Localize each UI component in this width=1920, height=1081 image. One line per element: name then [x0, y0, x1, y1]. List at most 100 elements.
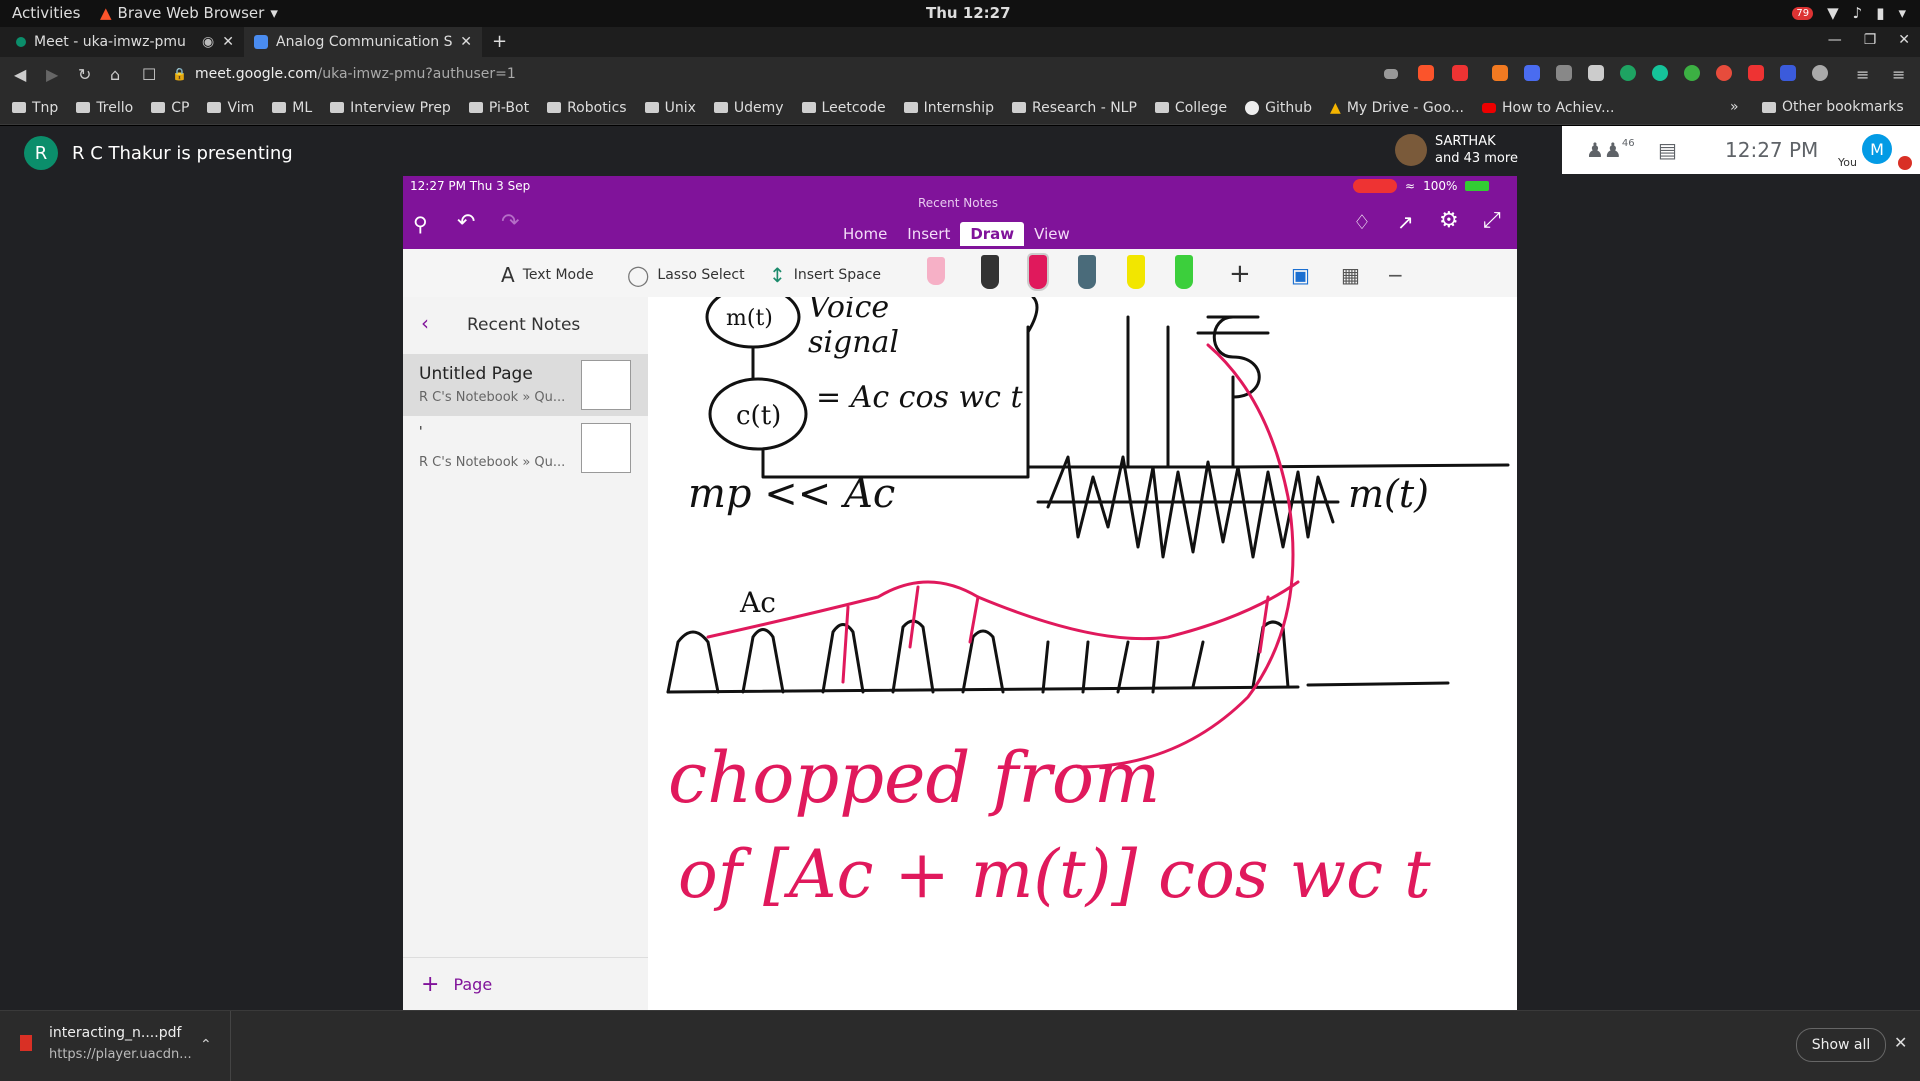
bookmark-cp[interactable]: CP — [151, 100, 189, 116]
back-icon[interactable]: ◀ — [14, 65, 26, 84]
undo-icon[interactable]: ↶ — [457, 210, 475, 235]
bookmark-internship[interactable]: Internship — [903, 100, 994, 116]
restore-icon[interactable]: ❐ — [1864, 32, 1877, 48]
note-item-untitled[interactable]: Untitled Page R C's Notebook » Qu... — [403, 354, 648, 416]
extension-icon[interactable] — [1556, 65, 1572, 81]
activities-button[interactable]: Activities — [12, 4, 80, 22]
convert-ink-icon[interactable]: ▦ — [1341, 263, 1360, 287]
close-tab-icon[interactable]: ✕ — [222, 34, 234, 50]
download-shelf: interacting_n....pdf https://player.uacd… — [0, 1010, 1920, 1081]
bell-icon[interactable]: ♢ — [1353, 210, 1371, 234]
close-icon[interactable]: ✕ — [1894, 1033, 1907, 1052]
folder-icon — [547, 102, 562, 113]
bookmark-label: CP — [171, 99, 190, 116]
gear-icon[interactable]: ⚙ — [1439, 208, 1459, 233]
home-icon[interactable]: ⌂ — [110, 65, 120, 84]
expand-icon[interactable]: ⤢ — [1483, 208, 1501, 233]
search-icon[interactable]: ⚲ — [413, 212, 428, 236]
other-bookmarks[interactable]: Other bookmarks — [1762, 99, 1904, 115]
eraser-tool[interactable] — [927, 257, 945, 285]
bookmark-robotics[interactable]: Robotics — [547, 100, 627, 116]
black-pen-tool[interactable] — [981, 255, 999, 289]
bookmark-research-nlp[interactable]: Research - NLP — [1012, 100, 1137, 116]
system-tray[interactable]: 79 ▼ ♪ ▮ ▾ — [1792, 4, 1906, 22]
add-pen-icon[interactable]: + — [1229, 259, 1251, 289]
system-clock[interactable]: Thu 12:27 — [926, 4, 1011, 22]
recording-indicator-icon — [1353, 179, 1397, 193]
bookmark-tnp[interactable]: Tnp — [12, 100, 58, 116]
back-chevron-icon[interactable]: ‹ — [421, 311, 429, 335]
playlist-icon[interactable]: ≡ — [1856, 65, 1869, 84]
bookmark-label: Interview Prep — [350, 99, 451, 116]
insert-space-button[interactable]: ↕ Insert Space — [769, 263, 881, 287]
close-window-icon[interactable]: ✕ — [1898, 32, 1910, 48]
extension-icon[interactable] — [1748, 65, 1764, 81]
download-item[interactable]: interacting_n....pdf https://player.uacd… — [0, 1011, 231, 1081]
show-all-button[interactable]: Show all — [1796, 1028, 1886, 1062]
share-icon[interactable]: ↗ — [1397, 210, 1414, 234]
ruler-icon[interactable]: − — [1387, 263, 1404, 287]
address-bar[interactable]: 🔒 meet.google.com/uka-imwz-pmu?authuser=… — [172, 61, 1412, 87]
note-title: ' — [419, 425, 423, 440]
bookmark-icon[interactable]: ☐ — [142, 65, 156, 84]
people-icon: ♟♟ — [1586, 138, 1622, 162]
lasso-select-button[interactable]: ◯ Lasso Select — [627, 263, 745, 287]
tab-view[interactable]: View — [1024, 222, 1080, 246]
bookmark-college[interactable]: College — [1154, 100, 1227, 116]
camera-icon[interactable] — [1384, 69, 1398, 79]
extension-icon[interactable] — [1684, 65, 1700, 81]
bookmark-how-to-achieve[interactable]: How to Achiev... — [1482, 100, 1614, 116]
add-page-button[interactable]: + Page — [403, 957, 648, 1010]
yellow-highlighter-tool[interactable] — [1127, 255, 1145, 289]
participant-tile[interactable]: SARTHAK and 43 more — [1395, 126, 1560, 174]
bookmark-trello[interactable]: Trello — [76, 100, 133, 116]
tab-meet[interactable]: Meet - uka-imwz-pmu ◉ ✕ — [6, 27, 244, 57]
minimize-icon[interactable]: — — [1828, 32, 1842, 48]
note-canvas[interactable]: m(t) Voice signal c(t) = Ac cos wc t mp … — [648, 285, 1517, 1010]
tab-insert[interactable]: Insert — [897, 222, 960, 246]
bookmark-udemy[interactable]: Udemy — [713, 100, 784, 116]
teal-pen-tool[interactable] — [1078, 255, 1096, 289]
redo-icon[interactable]: ↷ — [501, 210, 519, 235]
tab-draw[interactable]: Draw — [960, 222, 1025, 246]
green-highlighter-tool[interactable] — [1175, 255, 1193, 289]
extension-icon[interactable] — [1492, 65, 1508, 81]
brave-rewards-icon[interactable] — [1452, 65, 1468, 81]
menu-icon[interactable]: ≡ — [1892, 65, 1905, 84]
text-mode-button[interactable]: A Text Mode — [501, 263, 594, 287]
new-tab-button[interactable]: + — [492, 31, 507, 52]
app-menu[interactable]: ▲ Brave Web Browser ▾ — [100, 4, 278, 22]
extension-icon[interactable] — [1524, 65, 1540, 81]
self-avatar[interactable]: M — [1862, 134, 1892, 164]
extension-icon[interactable] — [1812, 65, 1828, 81]
close-tab-icon[interactable]: ✕ — [460, 34, 472, 50]
brave-shields-icon[interactable] — [1418, 65, 1434, 81]
bookmark-github[interactable]: Github — [1245, 100, 1312, 116]
bookmark-my-drive[interactable]: ▲ My Drive - Goo... — [1330, 100, 1464, 116]
button-label: Text Mode — [522, 267, 594, 283]
bookmark-leetcode[interactable]: Leetcode — [801, 100, 886, 116]
more-bookmarks-button[interactable]: » — [1730, 99, 1739, 115]
bookmark-unix[interactable]: Unix — [644, 100, 696, 116]
grammarly-icon[interactable] — [1652, 65, 1668, 81]
red-pen-tool[interactable] — [1027, 253, 1049, 291]
people-button[interactable]: ♟♟ 46 — [1586, 138, 1635, 162]
bookmark-interview-prep[interactable]: Interview Prep — [330, 100, 451, 116]
folder-icon — [644, 102, 659, 113]
tab-home[interactable]: Home — [833, 222, 897, 246]
extension-icon[interactable] — [1588, 65, 1604, 81]
grammarly-icon[interactable] — [1620, 65, 1636, 81]
bookmark-ml[interactable]: ML — [272, 100, 312, 116]
reload-icon[interactable]: ↻ — [78, 65, 91, 84]
bookmark-pi-bot[interactable]: Pi-Bot — [468, 100, 529, 116]
chat-icon[interactable]: ▤ — [1658, 138, 1677, 162]
note-item-second[interactable]: ' R C's Notebook » Qu... — [403, 419, 648, 481]
notification-badge[interactable]: 79 — [1792, 6, 1814, 20]
forward-icon[interactable]: ▶ — [46, 65, 58, 84]
tab-analog-communication[interactable]: Analog Communication Sy ✕ — [244, 27, 482, 57]
shapes-icon[interactable]: ▣ — [1291, 263, 1310, 287]
extension-icon[interactable] — [1716, 65, 1732, 81]
bookmark-vim[interactable]: Vim — [207, 100, 254, 116]
extension-new-icon[interactable] — [1780, 65, 1796, 81]
chevron-up-icon[interactable]: ⌃ — [200, 1037, 212, 1053]
